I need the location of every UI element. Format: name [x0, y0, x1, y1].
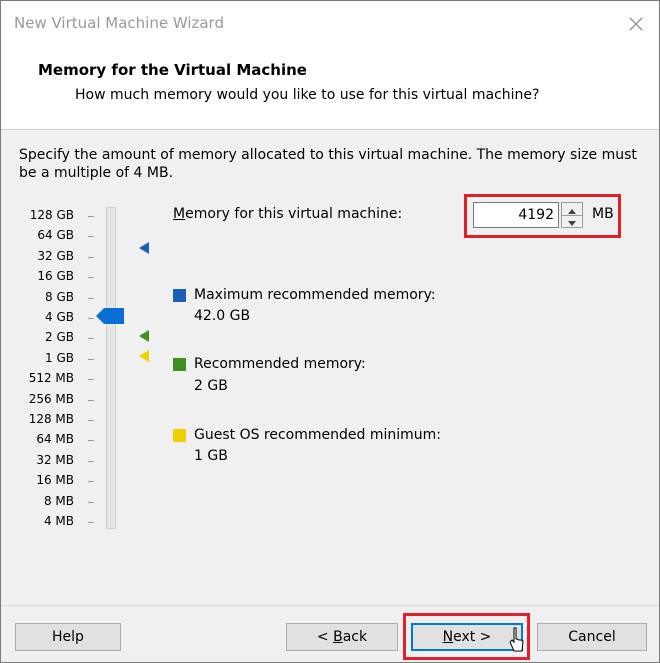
memory-slider-track[interactable] [106, 207, 116, 529]
wizard-window: New Virtual Machine Wizard Memory for th… [0, 0, 660, 663]
guest-minimum-label: Guest OS recommended minimum: [194, 427, 442, 443]
scale-label: 64 GB [37, 228, 74, 243]
scale-tick [88, 501, 94, 503]
memory-input-highlight [464, 194, 621, 238]
window-title: New Virtual Machine Wizard [14, 14, 224, 32]
close-icon[interactable] [621, 9, 651, 39]
memory-input-label: Memory for this virtual machine: [173, 206, 403, 222]
scale-tick [88, 460, 94, 462]
scale-label: 128 MB [28, 412, 74, 426]
scale-tick [88, 420, 94, 421]
title-bar: New Virtual Machine Wizard [1, 1, 659, 47]
scale-label: 4 MB [43, 514, 74, 528]
memory-slider-thumb[interactable] [96, 307, 126, 325]
scale-label: 16 GB [37, 269, 74, 284]
scale-tick [88, 318, 94, 319]
cancel-button[interactable]: Cancel [537, 623, 647, 651]
scale-tick [88, 277, 94, 279]
scale-label: 128 GB [29, 208, 74, 222]
scale-label: 4 GB [45, 310, 74, 324]
max-recommended-swatch [173, 289, 186, 302]
recommended-marker-icon [139, 330, 149, 342]
hand-cursor-icon [509, 627, 524, 652]
scale-label: 1 GB [45, 350, 74, 365]
max-recommended-label: Maximum recommended memory: [194, 287, 436, 303]
description-text: Specify the amount of memory allocated t… [19, 147, 637, 181]
guest-minimum-swatch [173, 429, 186, 442]
scale-label: 64 MB [36, 432, 74, 447]
scale-tick [88, 236, 94, 238]
scale-tick [88, 522, 94, 523]
scale-label: 256 MB [28, 391, 74, 406]
scale-tick [88, 379, 94, 381]
recommended-swatch [173, 358, 186, 371]
max-recommended-value: 42.0 GB [194, 308, 251, 324]
scale-label: 32 GB [37, 248, 74, 263]
scale-tick [88, 481, 94, 483]
back-button[interactable]: < Back [286, 623, 398, 651]
guest-minimum-value: 1 GB [194, 448, 228, 464]
help-button[interactable]: Help [15, 623, 121, 651]
page-title: Memory for the Virtual Machine [38, 61, 307, 79]
footer-divider [1, 605, 659, 606]
scale-tick [88, 297, 94, 299]
scale-tick [88, 216, 94, 217]
scale-label: 16 MB [36, 473, 74, 488]
scale-tick [88, 399, 94, 401]
scale-label: 2 GB [45, 330, 74, 345]
guest-minimum-marker-icon [139, 350, 149, 362]
scale-tick [88, 358, 94, 360]
page-subtitle: How much memory would you like to use fo… [75, 87, 540, 103]
scale-tick [88, 256, 94, 258]
scale-tick [88, 338, 94, 340]
recommended-label: Recommended memory: [194, 356, 366, 372]
scale-tick [88, 440, 94, 442]
scale-label: 512 MB [28, 371, 74, 386]
scale-label: 8 MB [43, 493, 74, 508]
max-recommended-marker-icon [139, 242, 149, 254]
scale-label: 32 MB [36, 452, 74, 467]
recommended-value: 2 GB [194, 378, 228, 394]
scale-label: 8 GB [45, 289, 74, 304]
wizard-header: Memory for the Virtual Machine How much … [1, 47, 659, 130]
